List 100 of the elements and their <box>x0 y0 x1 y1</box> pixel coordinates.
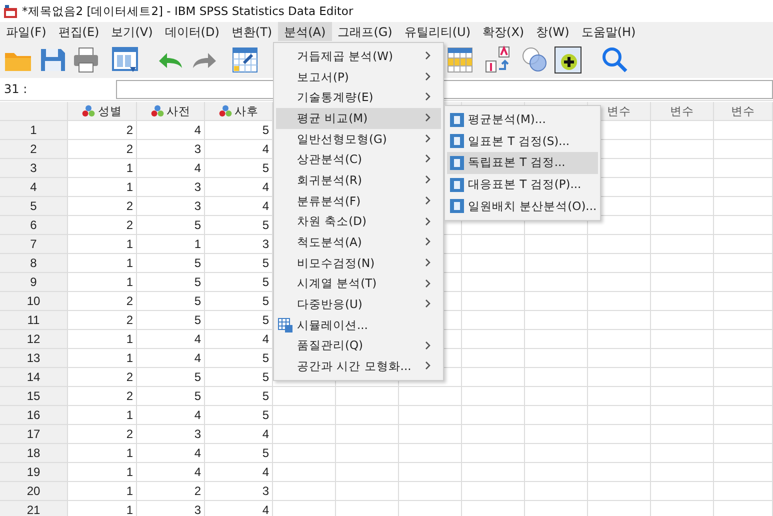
empty-cell <box>462 406 525 425</box>
chevron-icon <box>425 134 431 143</box>
empty-cell <box>714 463 773 482</box>
menu-item[interactable]: 상관분석(C) <box>276 149 441 170</box>
empty-cell <box>273 444 336 463</box>
menu-item[interactable]: 대응표본 T 검정(P)... <box>447 174 598 196</box>
menu-item[interactable]: 창(W) <box>530 22 576 41</box>
three-balls-icon <box>82 105 95 117</box>
column-header[interactable]: 사후 <box>234 104 258 118</box>
row-number[interactable]: 8 <box>0 254 68 273</box>
menu-item[interactable]: 시계열 분석(T) <box>276 274 441 294</box>
menu-item[interactable]: 기술통계량(E) <box>276 87 441 108</box>
menu-item[interactable]: 일반선형모형(G) <box>276 128 441 150</box>
row-number[interactable]: 16 <box>0 406 68 425</box>
menu-item[interactable]: 다중반응(U) <box>276 294 441 315</box>
menu-item[interactable]: 차원 축소(D) <box>276 212 441 232</box>
menu-item[interactable]: 보고서(P) <box>276 66 441 88</box>
table-cell: 1 <box>137 235 205 254</box>
menu-item[interactable]: 그래프(G) <box>332 22 398 41</box>
menu-item[interactable]: 분류분석(F) <box>276 190 441 212</box>
empty-cell <box>462 463 525 482</box>
empty-cell <box>525 425 588 444</box>
table-cell: 5 <box>205 444 273 463</box>
empty-cell <box>336 444 399 463</box>
row-number[interactable]: 20 <box>0 482 68 501</box>
menu-item[interactable]: 변환(T) <box>225 22 278 41</box>
row-number[interactable]: 2 <box>0 140 68 159</box>
column-header[interactable]: 변수 <box>714 102 773 121</box>
row-number[interactable]: 5 <box>0 197 68 216</box>
row-number[interactable]: 14 <box>0 368 68 387</box>
chevron-icon <box>425 154 431 164</box>
empty-cell <box>588 368 651 387</box>
row-number[interactable]: 4 <box>0 178 68 197</box>
row-number[interactable]: 11 <box>0 311 68 330</box>
empty-cell <box>714 254 773 273</box>
empty-cell <box>399 463 462 482</box>
row-number[interactable]: 6 <box>0 216 68 235</box>
row-number[interactable]: 19 <box>0 463 68 482</box>
empty-cell <box>588 387 651 406</box>
menu-item[interactable]: 편집(E) <box>52 22 106 41</box>
row-number[interactable]: 7 <box>0 235 68 254</box>
empty-cell <box>525 463 588 482</box>
column-header[interactable]: 성별 <box>98 104 122 118</box>
empty-cell <box>399 425 462 444</box>
empty-cell <box>651 482 714 501</box>
search-icon[interactable] <box>600 45 630 75</box>
menu-item[interactable]: 도움말(H) <box>575 22 642 41</box>
row-number[interactable]: 18 <box>0 444 68 463</box>
chevron-icon <box>425 51 431 60</box>
table-cell: 2 <box>68 368 137 387</box>
empty-cell <box>273 406 336 425</box>
empty-cell <box>714 406 773 425</box>
empty-cell <box>651 406 714 425</box>
menu-item[interactable]: 보기(V) <box>105 22 159 41</box>
table-cell: 2 <box>68 387 137 406</box>
column-header[interactable]: 변수 <box>651 102 714 121</box>
row-number[interactable]: 1 <box>0 121 68 140</box>
empty-cell <box>714 178 773 197</box>
menu-item[interactable]: 일표본 T 검정(S)... <box>447 130 598 152</box>
menu-item[interactable]: 척도분석(A) <box>276 232 441 253</box>
table-cell: 5 <box>205 387 273 406</box>
row-number[interactable]: 10 <box>0 292 68 311</box>
empty-cell <box>462 482 525 501</box>
empty-cell <box>588 235 651 254</box>
table-cell: 1 <box>68 406 137 425</box>
menu-item[interactable]: 확장(X) <box>476 22 530 41</box>
menu-item[interactable]: 평균 비교(M) <box>276 108 441 129</box>
menu-item[interactable]: 독립표본 T 검정... <box>447 152 598 174</box>
table-cell: 2 <box>68 140 137 159</box>
add-icon[interactable] <box>553 45 583 75</box>
row-number[interactable]: 17 <box>0 425 68 444</box>
table-cell: 1 <box>68 178 137 197</box>
print-icon[interactable] <box>71 45 101 75</box>
menu-item[interactable]: 데이터(D) <box>158 22 226 41</box>
menu-item[interactable]: 유틸리티(U) <box>398 22 477 41</box>
table-cell: 1 <box>68 463 137 482</box>
row-number[interactable]: 3 <box>0 159 68 178</box>
menu-item[interactable]: 공간과 시간 모형화... <box>276 356 441 377</box>
table-icon[interactable] <box>445 45 475 75</box>
menu-item[interactable]: 거듭제곱 분석(W) <box>276 46 441 67</box>
menu-item[interactable]: 비모수검정(N) <box>276 252 441 274</box>
chevron-icon <box>425 113 431 122</box>
row-number[interactable]: 9 <box>0 273 68 292</box>
menu-item[interactable]: 분석(A) <box>278 22 332 41</box>
menu-item[interactable]: 회귀분석(R) <box>276 170 441 191</box>
empty-cell <box>651 121 714 140</box>
row-number[interactable]: 12 <box>0 330 68 349</box>
column-header[interactable]: 사전 <box>166 104 190 118</box>
empty-cell <box>462 425 525 444</box>
row-number[interactable]: 15 <box>0 387 68 406</box>
row-number[interactable]: 13 <box>0 349 68 368</box>
corner-cell[interactable] <box>0 102 68 121</box>
empty-cell <box>588 292 651 311</box>
menu-item[interactable]: 파일(F) <box>0 22 52 41</box>
menu-item[interactable]: 일원배치 분산분석(O)... <box>447 195 598 217</box>
menu-item[interactable]: 품질관리(Q) <box>276 336 441 356</box>
row-number[interactable]: 21 <box>0 501 68 516</box>
menu-item[interactable]: 시뮬레이션... <box>276 314 441 336</box>
table-cell: 5 <box>137 387 205 406</box>
procedure-icon <box>450 112 464 127</box>
